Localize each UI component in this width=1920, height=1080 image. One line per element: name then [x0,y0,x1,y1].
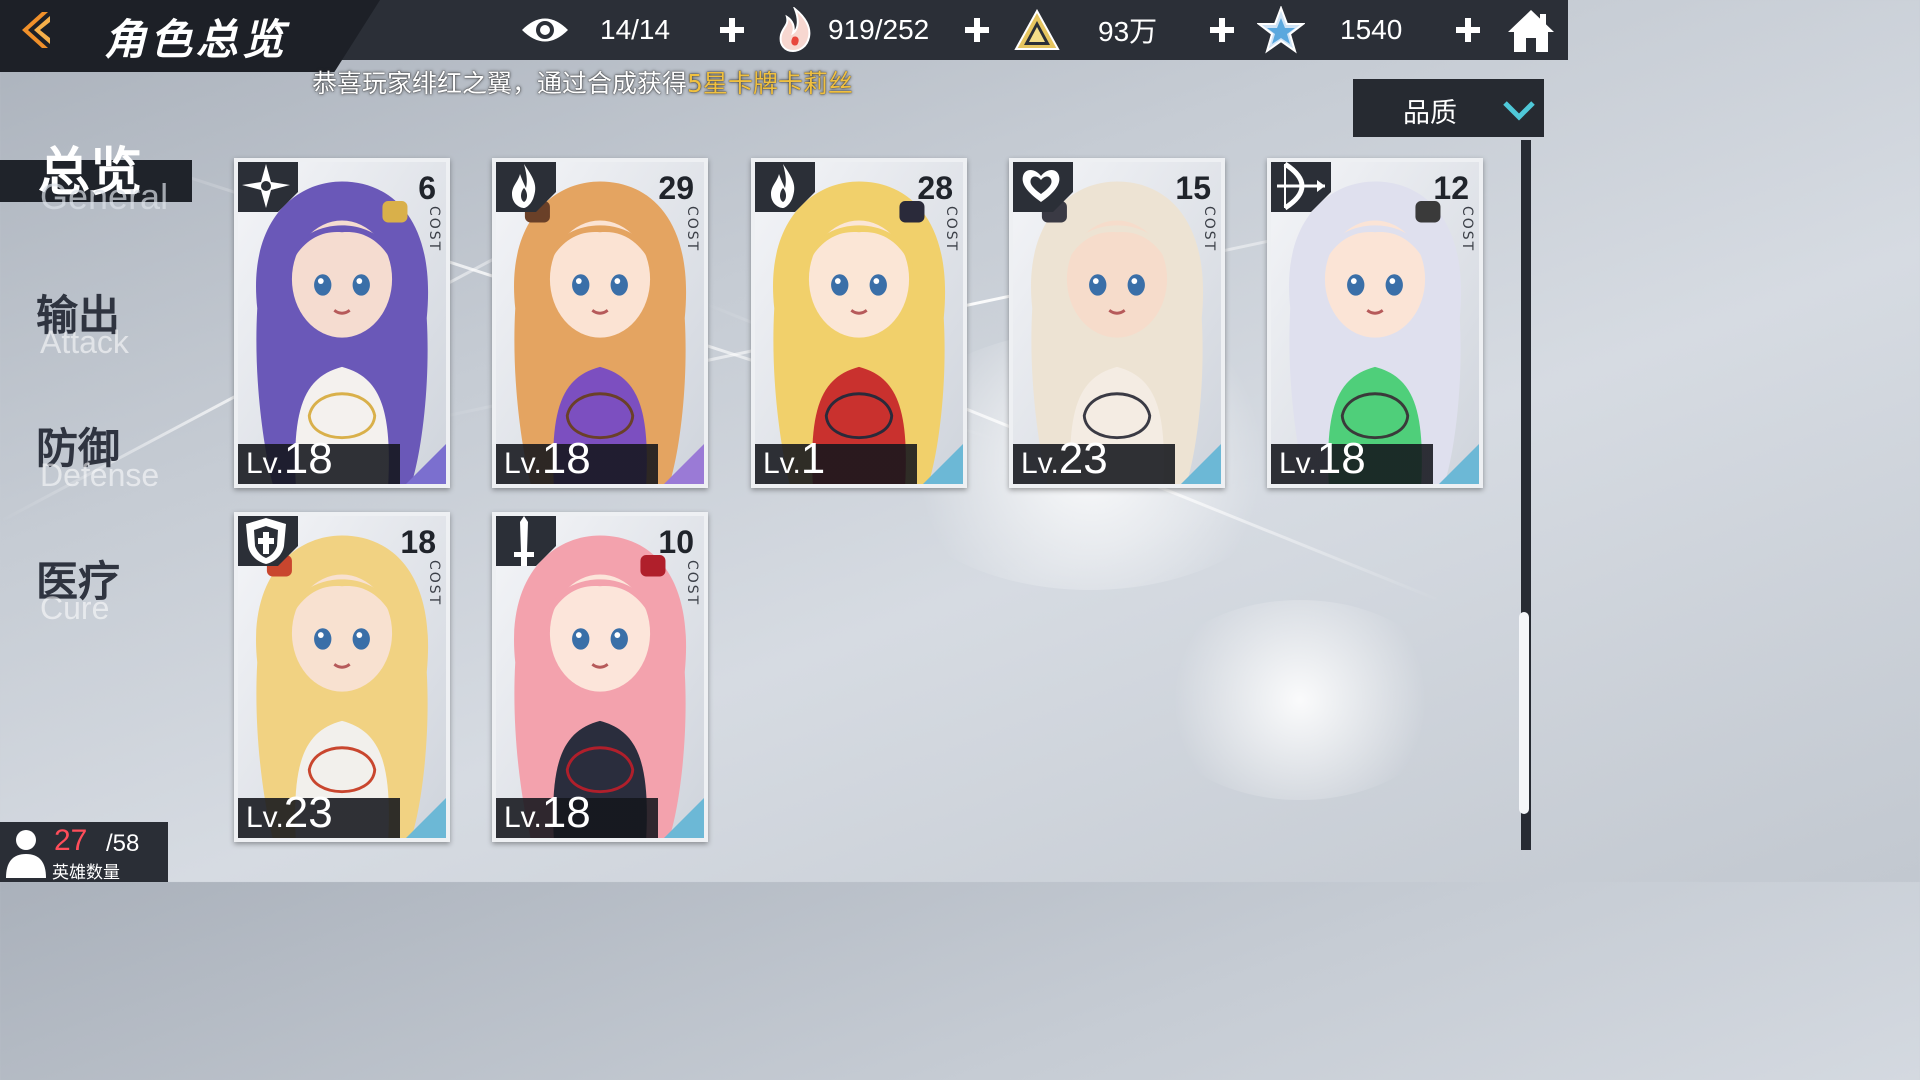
scrollbar-thumb[interactable] [1519,612,1529,814]
home-icon [1508,10,1554,52]
level-prefix: Lv. [246,447,284,480]
home-button[interactable] [1506,6,1556,56]
nav-sublabel: General [40,176,169,217]
hero-card[interactable]: 15 COST Lv.23 [1009,158,1225,488]
triangle-crystal-icon [1012,5,1062,55]
hero-cost: 29 [658,170,694,206]
hero-cost-label: COST [943,206,959,253]
hero-count-current: 27 [54,824,88,857]
star-icon [1256,5,1306,55]
hero-level: Lv.1 [763,434,825,484]
resource-crystal: 93万 [1012,0,1157,60]
hero-count-panel: 27 /58 英雄数量 [0,822,168,883]
add-star-button[interactable] [1450,12,1486,48]
level-number: 18 [541,788,591,837]
level-number: 18 [1316,434,1366,483]
sword-icon [496,516,556,566]
hero-cost-label: COST [684,560,700,607]
sort-label: 品质 [1403,98,1457,129]
level-prefix: Lv. [763,447,801,480]
back-button[interactable] [16,8,60,52]
nav-item-general[interactable]: 总览 General [0,130,220,220]
shield-icon [238,516,298,566]
nav-sublabel: Cure [40,590,110,626]
level-number: 18 [283,434,333,483]
add-flame-button[interactable] [959,12,995,48]
marquee-highlight: 5星卡牌卡莉丝 [687,69,853,98]
hero-card[interactable]: 28 COST Lv.1 [751,158,967,488]
level-prefix: Lv. [246,801,284,834]
announcement-marquee: 恭喜玩家绯红之翼，通过合成获得5星卡牌卡莉丝 [312,64,853,100]
hero-cost-label: COST [1459,206,1475,253]
hero-level: Lv.18 [246,434,333,484]
hero-level: Lv.18 [504,434,591,484]
hero-cost: 15 [1175,170,1211,206]
hero-cost: 28 [917,170,953,206]
nav-sublabel: Attack [40,324,129,360]
hero-card[interactable]: 12 COST Lv.18 [1267,158,1483,488]
rarity-corner [664,798,704,838]
flame-hand-icon [770,5,820,55]
hero-cost-label: COST [426,560,442,607]
page-title: 角色总览 [104,15,289,64]
sort-dropdown[interactable]: 品质 [1353,79,1544,137]
add-eye-button[interactable] [714,12,750,48]
hero-count-max: /58 [106,830,140,857]
hero-card[interactable]: 29 COST Lv.18 [492,158,708,488]
chevron-down-icon [1503,101,1535,121]
hero-level: Lv.18 [1279,434,1366,484]
resource-value: 14/14 [600,14,671,45]
hero-card[interactable]: 18 COST Lv.23 [234,512,450,842]
eye-icon [520,5,570,55]
resource-eye: 14/14 [520,0,670,60]
nav-item-attack[interactable]: 输出 Attack [0,282,220,372]
level-prefix: Lv. [1279,447,1317,480]
fire-icon [496,162,556,212]
top-bar: 角色总览 14/14 919/252 93万 1540 [0,0,1568,72]
level-prefix: Lv. [504,801,542,834]
hero-cost: 18 [400,524,436,560]
hero-card[interactable]: 6 COST Lv.18 [234,158,450,488]
rarity-corner [406,444,446,484]
hero-cost: 12 [1433,170,1469,206]
marquee-text: 恭喜玩家绯红之翼，通过合成获得 [312,69,688,98]
back-arrow-icon [22,12,50,48]
resource-value: 1540 [1340,14,1403,45]
level-number: 23 [1058,434,1108,483]
rarity-corner [1181,444,1221,484]
rarity-corner [923,444,963,484]
add-crystal-button[interactable] [1204,12,1240,48]
level-prefix: Lv. [504,447,542,480]
shuriken-icon [238,162,298,212]
bow-icon [1271,162,1331,212]
rarity-corner [1439,444,1479,484]
hero-cost-label: COST [684,206,700,253]
hero-level: Lv.23 [1021,434,1108,484]
heart-wing-icon [1013,162,1073,212]
level-number: 1 [800,434,826,483]
nav-sublabel: Defense [40,457,160,493]
hero-level: Lv.18 [504,788,591,838]
rarity-corner [664,444,704,484]
fire-icon [755,162,815,212]
nav-item-defense[interactable]: 防御 Defense [0,415,220,505]
hero-cost: 6 [418,170,436,206]
level-prefix: Lv. [1021,447,1059,480]
hero-cost-label: COST [1201,206,1217,253]
resource-star: 1540 [1256,0,1402,60]
hero-card[interactable]: 10 COST Lv.18 [492,512,708,842]
nav-item-cure[interactable]: 医疗 Cure [0,548,220,638]
level-number: 18 [541,434,591,483]
hero-level: Lv.23 [246,788,333,838]
resource-flame-hand: 919/252 [770,0,929,60]
resource-value: 93万 [1098,16,1158,47]
hero-cost: 10 [658,524,694,560]
level-number: 23 [283,788,333,837]
person-icon [6,830,46,878]
resource-value: 919/252 [828,14,930,45]
rarity-corner [406,798,446,838]
hero-count-label: 英雄数量 [52,863,120,883]
hero-cost-label: COST [426,206,442,253]
bg-glow [1150,600,1450,800]
